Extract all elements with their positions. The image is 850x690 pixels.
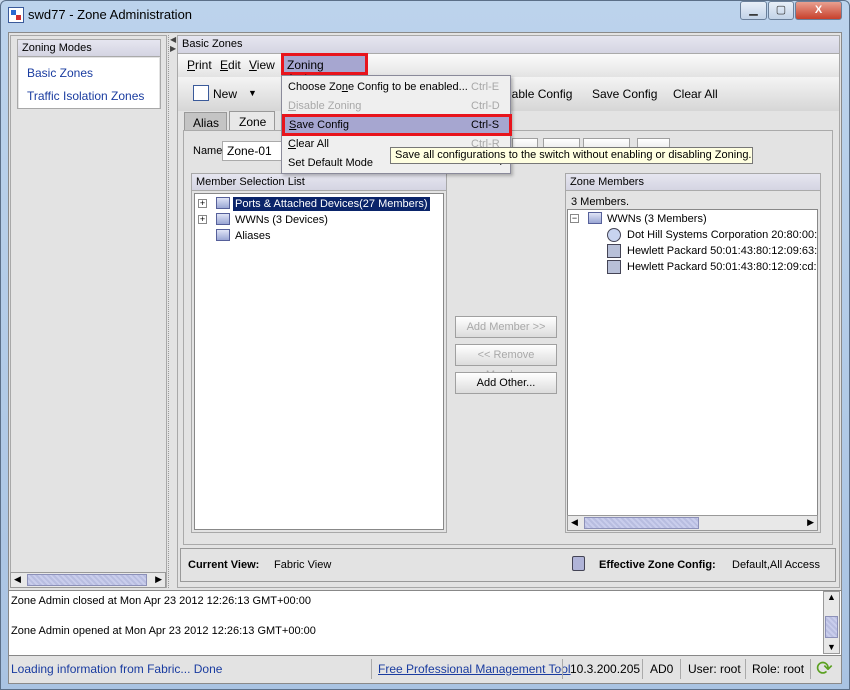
menu-item-save-config[interactable]: Save Config Ctrl-S bbox=[282, 114, 512, 136]
shortcut: Ctrl-S bbox=[471, 119, 500, 131]
effective-config-value: Default,All Access bbox=[732, 559, 821, 571]
aliases-folder-icon bbox=[216, 229, 230, 241]
maximize-button[interactable]: ▢ bbox=[768, 1, 794, 20]
tree-item-aliases[interactable]: Aliases bbox=[235, 230, 270, 242]
wwn-folder-icon bbox=[216, 213, 230, 225]
status-message: Loading information from Fabric... Done bbox=[11, 662, 223, 676]
divider bbox=[810, 659, 811, 679]
zone-member-item[interactable]: Dot Hill Systems Corporation 20:80:00:c bbox=[627, 229, 817, 241]
zone-members-header: Zone Members bbox=[566, 174, 820, 191]
shortcut: Ctrl-E bbox=[471, 81, 500, 93]
tree-item-wwns[interactable]: WWNs (3 Devices) bbox=[235, 214, 328, 226]
window-title: swd77 - Zone Administration bbox=[28, 7, 193, 22]
menu-view[interactable]: View bbox=[249, 58, 275, 72]
zoning-modes-header: Zoning Modes bbox=[18, 40, 160, 57]
status-user: User: root bbox=[688, 662, 741, 676]
left-hscrollbar[interactable]: ◀ ▶ bbox=[10, 572, 166, 588]
minimize-button[interactable]: ▁ bbox=[740, 1, 767, 20]
member-selection-header: Member Selection List bbox=[192, 174, 446, 191]
new-dropdown-arrow-icon[interactable]: ▼ bbox=[248, 88, 257, 98]
ports-icon bbox=[216, 197, 230, 209]
menu-item-clear-all[interactable]: Clear All bbox=[288, 138, 329, 150]
zone-member-item[interactable]: Hewlett Packard 50:01:43:80:12:09:cd:c bbox=[627, 261, 817, 273]
menu-item-set-default-mode[interactable]: Set Default Mode bbox=[288, 157, 373, 169]
close-button[interactable]: X bbox=[795, 1, 842, 20]
status-role: Role: root bbox=[752, 662, 805, 676]
divider bbox=[371, 659, 372, 679]
host-device-icon bbox=[607, 244, 621, 258]
menu-edit[interactable]: Edit bbox=[220, 58, 241, 72]
expand-icon[interactable]: + bbox=[198, 215, 207, 224]
menu-print[interactable]: Print bbox=[187, 58, 212, 72]
divider bbox=[680, 659, 681, 679]
divider bbox=[642, 659, 643, 679]
save-config-button[interactable]: Save Config bbox=[592, 87, 657, 101]
member-tree[interactable] bbox=[194, 193, 444, 530]
name-input[interactable]: Zone-01 bbox=[222, 141, 282, 161]
zone-members-count: 3 Members. bbox=[571, 196, 630, 208]
status-ad: AD0 bbox=[650, 662, 674, 676]
refresh-icon[interactable]: ⟳ bbox=[816, 658, 833, 680]
zone-members-hscrollbar[interactable]: ◀ ▶ bbox=[567, 515, 818, 531]
printer-icon[interactable] bbox=[572, 556, 585, 571]
clear-all-button[interactable]: Clear All bbox=[673, 87, 718, 101]
storage-device-icon bbox=[607, 228, 621, 242]
mode-traffic-isolation[interactable]: Traffic Isolation Zones bbox=[27, 89, 144, 103]
zoning-modes-box: Zoning Modes Basic Zones Traffic Isolati… bbox=[17, 39, 161, 109]
shortcut: Ctrl-D bbox=[471, 100, 500, 112]
remove-member-button[interactable]: << Remove Member bbox=[455, 344, 557, 381]
tooltip: Save all configurations to the switch wi… bbox=[390, 147, 753, 164]
log-line: Zone Admin closed at Mon Apr 23 2012 12:… bbox=[11, 595, 311, 607]
new-icon bbox=[193, 85, 209, 101]
log-line: Zone Admin opened at Mon Apr 23 2012 12:… bbox=[11, 625, 316, 637]
management-tool-link[interactable]: Free Professional Management Tool bbox=[378, 662, 571, 676]
menu-item-disable-zoning[interactable]: Disable Zoning bbox=[288, 100, 361, 112]
name-label: Name bbox=[193, 145, 223, 157]
effective-config-label: Effective Zone Config: bbox=[599, 559, 716, 571]
expand-icon[interactable]: + bbox=[198, 199, 207, 208]
left-panel bbox=[10, 35, 167, 588]
menu-item-choose-config[interactable]: Choose Zone Config to be enabled... bbox=[288, 81, 468, 93]
wwn-folder-icon bbox=[588, 212, 602, 224]
current-view-label: Current View: bbox=[188, 559, 260, 571]
mode-basic-zones[interactable]: Basic Zones bbox=[27, 66, 93, 80]
tree-item-ports[interactable]: Ports & Attached Devices(27 Members) bbox=[233, 197, 430, 211]
divider bbox=[745, 659, 746, 679]
add-other-button[interactable]: Add Other... bbox=[455, 372, 557, 394]
tab-zone[interactable]: Zone bbox=[229, 111, 275, 131]
add-member-button[interactable]: Add Member >> bbox=[455, 316, 557, 338]
splitter[interactable]: ◀ ▶ bbox=[168, 35, 176, 588]
zone-members-tree[interactable] bbox=[567, 209, 818, 531]
tab-alias[interactable]: Alias bbox=[184, 112, 227, 131]
log-vscrollbar[interactable]: ▲ ▼ bbox=[823, 591, 840, 654]
zone-tree-root[interactable]: WWNs (3 Members) bbox=[607, 213, 707, 225]
basic-zones-header: Basic Zones bbox=[178, 36, 839, 54]
menubar bbox=[178, 54, 839, 76]
collapse-icon[interactable]: − bbox=[570, 214, 579, 223]
menu-zoning-actions[interactable]: Zoning Actions bbox=[281, 53, 368, 86]
status-ip: 10.3.200.205 bbox=[570, 662, 641, 676]
new-button[interactable]: New bbox=[213, 87, 237, 101]
host-device-icon bbox=[607, 260, 621, 274]
app-icon bbox=[8, 7, 24, 23]
zone-member-item[interactable]: Hewlett Packard 50:01:43:80:12:09:63:c bbox=[627, 245, 817, 257]
divider bbox=[562, 659, 563, 679]
current-view-value: Fabric View bbox=[274, 559, 332, 571]
